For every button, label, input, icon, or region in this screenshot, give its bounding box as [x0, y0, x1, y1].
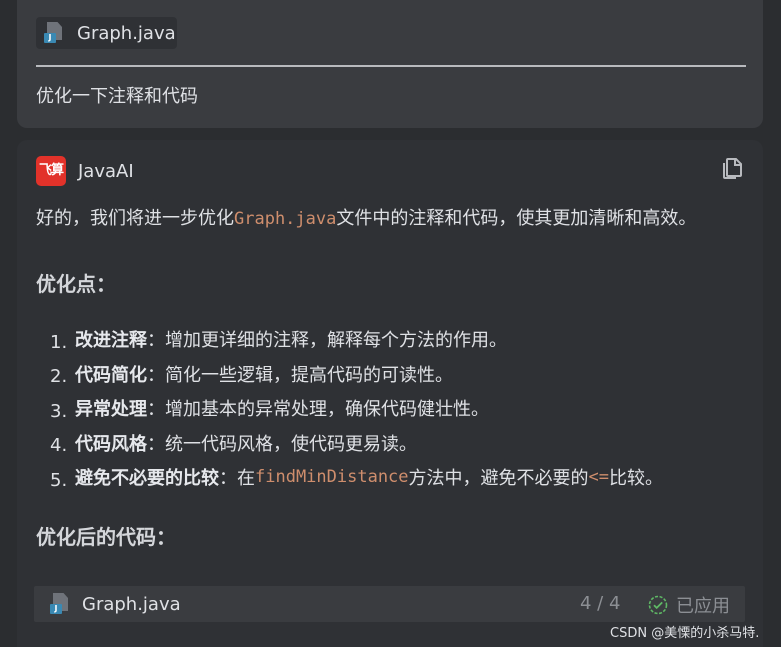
point-text: 增加基本的异常处理，确保代码健壮性。: [165, 399, 489, 421]
code-change-count: 4 / 4: [580, 593, 621, 614]
list-item: 4. 代码风格：统一代码风格，使代码更易读。: [50, 426, 663, 461]
list-number: 1.: [50, 331, 68, 353]
point-text-b: 方法中，避免不必要的: [408, 468, 589, 490]
applied-status-label: 已应用: [676, 596, 730, 617]
point-text: 统一代码风格，使代码更易读。: [165, 433, 417, 455]
intro-text-after: 文件中的注释和代码，使其更加清晰和高效。: [336, 208, 697, 229]
user-message-text: 优化一下注释和代码: [36, 86, 198, 107]
point-text-c: 比较。: [609, 468, 664, 490]
attached-file-chip[interactable]: J Graph.java: [36, 17, 177, 49]
assistant-avatar: 飞算: [36, 156, 66, 186]
attached-file-name: Graph.java: [77, 22, 176, 44]
optimization-points-list: 1. 改进注释：增加更详细的注释，解释每个方法的作用。 2. 代码简化：简化一些…: [50, 322, 663, 495]
watermark: CSDN @美慄的小杀马特.: [610, 626, 760, 641]
user-message-divider: [36, 65, 746, 67]
list-item: 5. 避免不必要的比较：在 findMinDistance 方法中，避免不必要的 <=…: [50, 460, 663, 495]
point-term: 代码简化: [75, 364, 147, 386]
point-separator: ：: [219, 468, 237, 490]
point-code-operator: <=: [588, 467, 610, 488]
point-separator: ：: [147, 399, 165, 421]
assistant-header: 飞算 JavaAI: [36, 156, 134, 186]
list-number: 2.: [50, 366, 68, 388]
point-text: 简化一些逻辑，提高代码的可读性。: [165, 364, 453, 386]
java-file-icon: J: [50, 593, 68, 615]
point-term: 避免不必要的比较: [75, 468, 219, 490]
code-file-bar[interactable]: J Graph.java 4 / 4 已应用: [34, 586, 745, 622]
point-separator: ：: [147, 433, 165, 455]
list-number: 4.: [50, 435, 68, 457]
point-text: 增加更详细的注释，解释每个方法的作用。: [165, 330, 507, 352]
assistant-message-card: 飞算 JavaAI 好的，我们将进一步优化Graph.java文件中的注释和代码…: [17, 140, 763, 647]
applied-status[interactable]: 已应用: [648, 592, 730, 618]
intro-code-filename: Graph.java: [234, 209, 337, 229]
assistant-intro-text: 好的，我们将进一步优化Graph.java文件中的注释和代码，使其更加清晰和高效…: [36, 204, 696, 230]
heading-optimized-code: 优化后的代码：: [36, 525, 176, 549]
code-file-name: Graph.java: [82, 593, 181, 615]
list-item: 3. 异常处理：增加基本的异常处理，确保代码健壮性。: [50, 391, 663, 426]
assistant-name: JavaAI: [78, 160, 134, 182]
point-separator: ：: [147, 330, 165, 352]
check-circle-icon: [648, 595, 668, 615]
point-term: 代码风格: [75, 433, 147, 455]
chat-panel: J Graph.java 优化一下注释和代码 飞算 JavaAI 好的，我们将进…: [0, 0, 781, 647]
intro-text-before: 好的，我们将进一步优化: [36, 208, 234, 229]
user-message-card: J Graph.java 优化一下注释和代码: [17, 0, 763, 128]
point-separator: ：: [147, 364, 165, 386]
list-number: 3.: [50, 400, 68, 422]
list-number: 5.: [50, 469, 68, 491]
java-file-icon: J: [44, 22, 62, 44]
list-item: 2. 代码简化：简化一些逻辑，提高代码的可读性。: [50, 357, 663, 392]
point-code-method: findMinDistance: [255, 467, 409, 488]
list-item: 1. 改进注释：增加更详细的注释，解释每个方法的作用。: [50, 322, 663, 357]
point-text-a: 在: [237, 468, 255, 490]
point-term: 异常处理: [75, 399, 147, 421]
point-term: 改进注释: [75, 330, 147, 352]
copy-icon[interactable]: [720, 156, 744, 180]
heading-optimization-points: 优化点：: [36, 272, 116, 296]
